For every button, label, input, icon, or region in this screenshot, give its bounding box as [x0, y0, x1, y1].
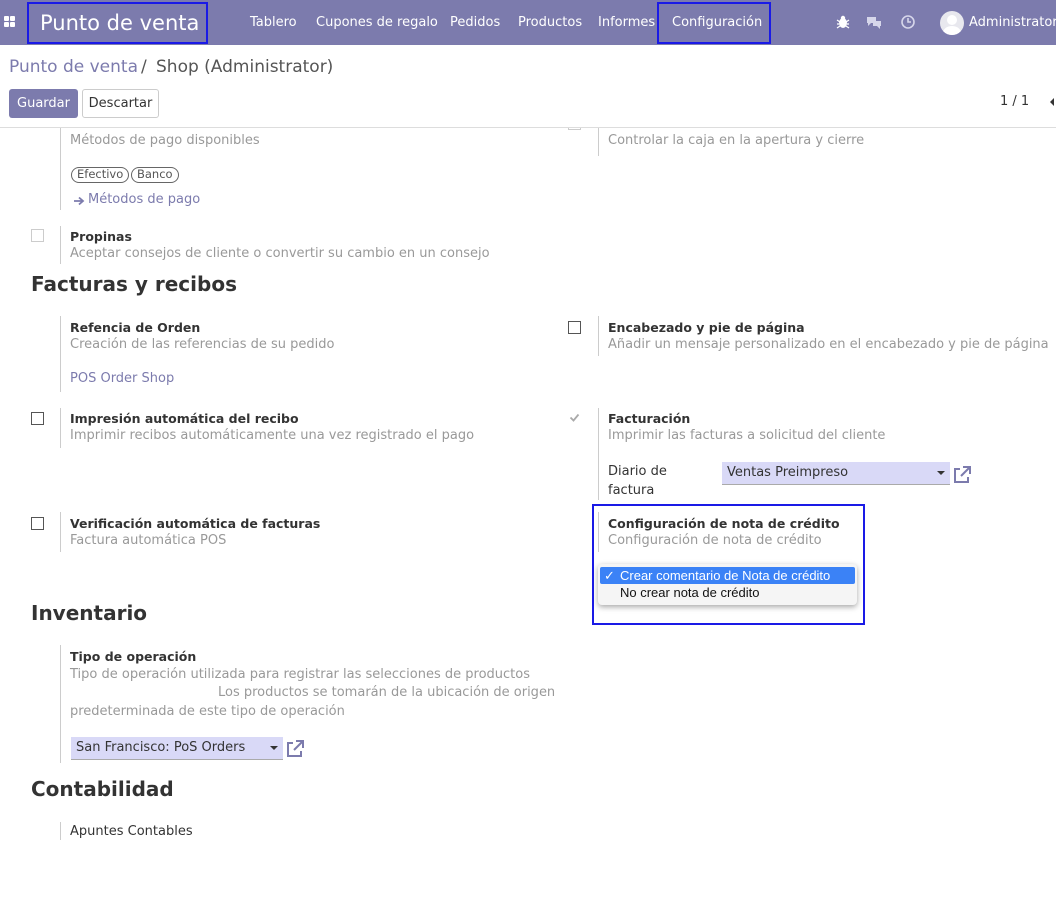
save-button[interactable]: Guardar: [9, 89, 78, 118]
operation-type-title: Tipo de operación: [70, 649, 197, 664]
chat-icon[interactable]: [866, 14, 882, 30]
operation-type-help-2: Los productos se tomarán de la ubicación…: [218, 685, 556, 700]
breadcrumb-current: Shop (Administrator): [156, 57, 334, 77]
setting-bar: [598, 408, 599, 500]
setting-bar: [60, 226, 61, 264]
setting-bar: [60, 408, 61, 448]
menu-productos[interactable]: Productos: [518, 0, 582, 45]
order-ref-title: Refencia de Orden: [70, 320, 201, 335]
header-footer-checkbox[interactable]: [568, 321, 581, 334]
apps-grid-icon[interactable]: [4, 16, 15, 27]
invoicing-help: Imprimir las facturas a solicitud del cl…: [608, 428, 886, 443]
setting-bar: [60, 128, 61, 210]
caret-down-icon: [270, 746, 278, 750]
external-link-icon[interactable]: [952, 465, 972, 485]
setting-bar: [598, 316, 599, 356]
payment-tag-efectivo[interactable]: Efectivo: [71, 167, 130, 183]
top-navbar: Punto de venta Tablero Cupones de regalo…: [0, 0, 1056, 45]
arrow-right-icon: [74, 196, 85, 206]
breadcrumb-parent[interactable]: Punto de venta: [9, 57, 138, 77]
checkmark-icon: ✓: [604, 568, 615, 583]
setting-bar: [598, 512, 599, 552]
menu-informes[interactable]: Informes: [598, 0, 655, 45]
cash-control-help: Controlar la caja en la apertura y cierr…: [608, 133, 865, 148]
tips-title: Propinas: [70, 229, 132, 244]
credit-note-option-none[interactable]: No crear nota de crédito: [600, 584, 855, 601]
breadcrumb-separator: /: [141, 57, 147, 77]
invoice-journal-label: Diario de factura: [608, 464, 667, 498]
header-footer-help: Añadir un mensaje personalizado en el en…: [608, 337, 1049, 352]
section-title-invoices: Facturas y recibos: [31, 272, 237, 296]
order-ref-help: Creación de las referencias de su pedido: [70, 337, 335, 352]
pager-value: 1 / 1: [1000, 94, 1030, 109]
clock-icon[interactable]: [900, 14, 916, 30]
menu-cupones-de-regalo[interactable]: Cupones de regalo: [316, 0, 438, 45]
invoicing-checkbox[interactable]: [568, 411, 581, 424]
credit-note-dropdown[interactable]: ✓ Crear comentario de Nota de crédito No…: [598, 564, 857, 605]
menu-configuracion[interactable]: Configuración: [672, 0, 762, 45]
auto-print-help: Imprimir recibos automáticamente una vez…: [70, 428, 475, 443]
menu-tablero[interactable]: Tablero: [250, 0, 297, 45]
control-panel-divider: [0, 127, 1056, 128]
operation-type-help: Tipo de operación utilizada para registr…: [70, 667, 531, 682]
invoicing-title: Facturación: [608, 411, 691, 426]
tips-help: Aceptar consejos de cliente o convertir …: [70, 246, 490, 261]
tips-checkbox[interactable]: [31, 229, 44, 242]
setting-bar: [60, 316, 61, 392]
cash-control-checkbox[interactable]: [568, 128, 581, 130]
operation-type-select[interactable]: San Francisco: PoS Orders: [71, 737, 283, 760]
order-ref-link[interactable]: POS Order Shop: [70, 371, 174, 386]
auto-invoice-help: Factura automática POS: [70, 533, 227, 548]
credit-note-help: Configuración de nota de crédito: [608, 533, 822, 548]
app-brand[interactable]: Punto de venta: [27, 2, 208, 44]
setting-bar: [598, 128, 599, 156]
payment-methods-link[interactable]: Métodos de pago: [88, 192, 200, 207]
setting-bar: [60, 645, 61, 763]
setting-bar: [60, 512, 61, 552]
chevron-left-icon[interactable]: [1048, 95, 1056, 109]
payment-tag-banco[interactable]: Banco: [131, 167, 179, 183]
operation-type-help-3: predeterminada de este tipo de operación: [70, 704, 345, 719]
credit-note-title: Configuración de nota de crédito: [608, 516, 840, 531]
auto-print-title: Impresión automática del recibo: [70, 411, 299, 426]
external-link-icon[interactable]: [285, 739, 305, 759]
auto-invoice-title: Verificación automática de facturas: [70, 516, 321, 531]
section-title-inventory: Inventario: [31, 601, 148, 625]
credit-note-option-create[interactable]: ✓ Crear comentario de Nota de crédito: [600, 567, 855, 584]
auto-invoice-checkbox[interactable]: [31, 517, 44, 530]
accounting-entries-label: Apuntes Contables: [70, 824, 193, 839]
bug-icon[interactable]: [835, 14, 851, 30]
setting-bar: [60, 822, 61, 840]
section-title-accounting: Contabilidad: [31, 777, 174, 801]
auto-print-checkbox[interactable]: [31, 412, 44, 425]
avatar[interactable]: [940, 11, 964, 35]
caret-down-icon: [937, 471, 945, 475]
menu-pedidos[interactable]: Pedidos: [450, 0, 500, 45]
header-footer-title: Encabezado y pie de página: [608, 320, 805, 335]
user-menu[interactable]: Administrator: [969, 0, 1056, 45]
discard-button[interactable]: Descartar: [82, 89, 159, 118]
invoice-journal-select[interactable]: Ventas Preimpreso: [722, 462, 950, 485]
payments-help: Métodos de pago disponibles: [70, 133, 260, 148]
